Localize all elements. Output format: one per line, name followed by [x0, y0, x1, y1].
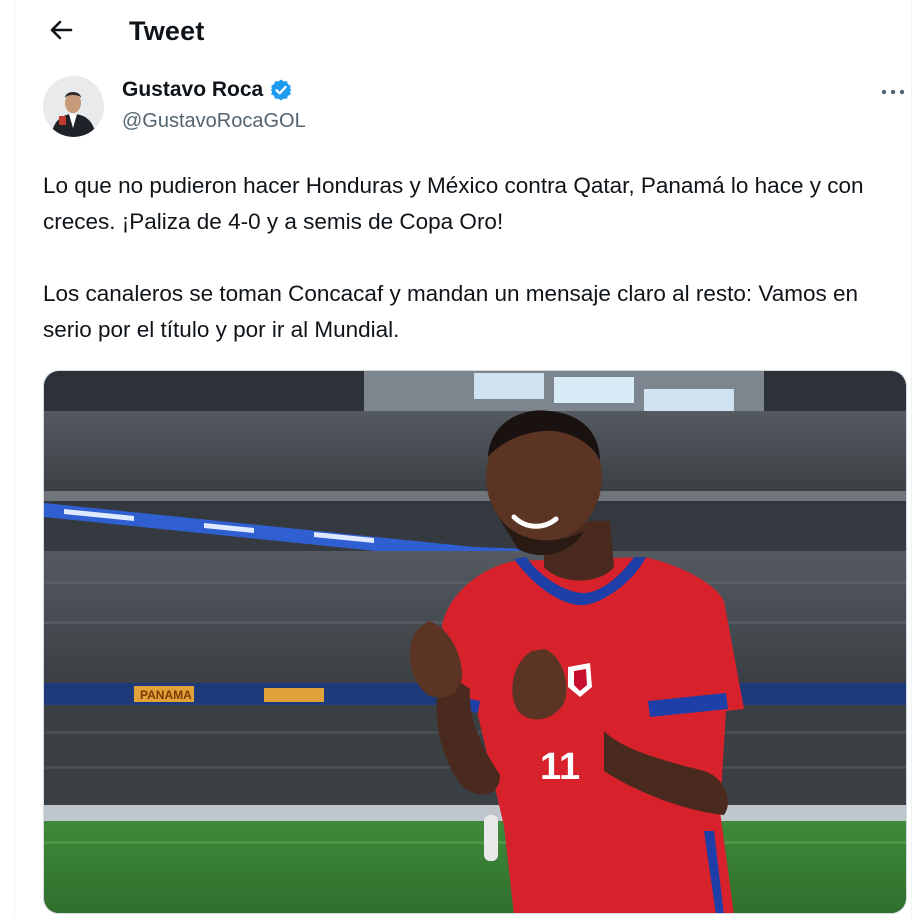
- jersey-number: 11: [540, 746, 580, 788]
- tweet-media-photo[interactable]: PANAMA 11: [43, 370, 907, 914]
- author-display-name[interactable]: Gustavo Roca: [122, 78, 263, 102]
- page-header: Tweet: [15, 0, 911, 66]
- arrow-left-icon: [48, 19, 74, 46]
- author-handle[interactable]: @GustavoRocaGOL: [122, 110, 306, 133]
- more-options-button[interactable]: [879, 80, 907, 104]
- back-button[interactable]: [43, 14, 79, 50]
- tweet-paragraph: Lo que no pudieron hacer Honduras y Méxi…: [43, 173, 864, 234]
- verified-badge-icon: [269, 78, 293, 102]
- avatar[interactable]: [43, 76, 104, 137]
- tweet-paragraph: Los canaleros se toman Concacaf y mandan…: [43, 281, 859, 342]
- page-title: Tweet: [129, 16, 205, 46]
- author-name-row[interactable]: Gustavo Roca: [122, 78, 293, 102]
- more-horizontal-icon: [881, 83, 905, 101]
- tweet-detail-column: Tweet Gustavo Roca @GustavoRocaGOL Lo qu…: [14, 0, 912, 918]
- tweet-text: Lo que no pudieron hacer Honduras y Méxi…: [43, 168, 893, 348]
- stadium-banner-text: PANAMA: [140, 688, 192, 702]
